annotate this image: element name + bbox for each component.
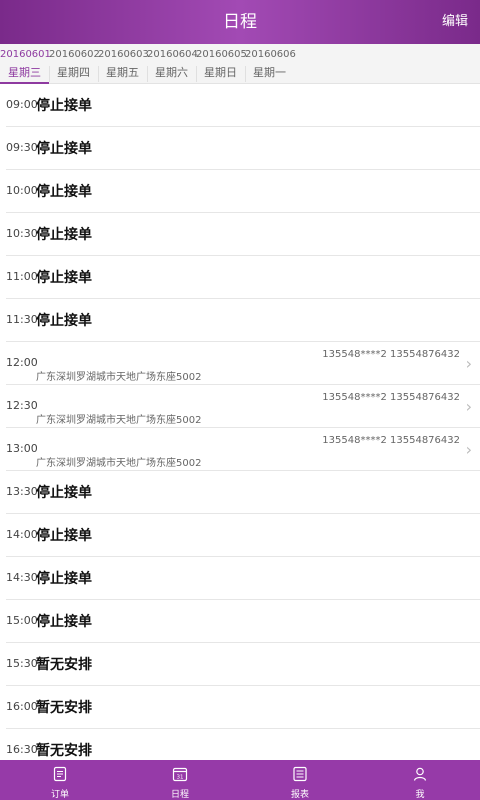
schedule-list[interactable]: 09:00 停止接单 09:30 停止接单 10:00 停止接单 10:30 停… bbox=[0, 84, 480, 760]
nav-label: 日程 bbox=[170, 790, 189, 800]
tab-date: 20160603 bbox=[98, 49, 149, 60]
row-time: 11:30 bbox=[6, 313, 38, 326]
row-time: 14:30 bbox=[6, 571, 38, 584]
tab-20160606[interactable]: 20160606 星期一 bbox=[245, 44, 296, 84]
row-time: 10:00 bbox=[6, 184, 38, 197]
chevron-right-icon[interactable]: › bbox=[466, 397, 472, 416]
row-time: 15:30 bbox=[6, 657, 38, 670]
schedule-row[interactable]: 16:30 暂无安排 bbox=[6, 729, 480, 760]
tab-weekday: 星期五 bbox=[106, 66, 139, 79]
booking-row[interactable]: 13:00 135548****2 13554876432 广东深圳罗湖城市天地… bbox=[6, 428, 480, 471]
date-tabs: 20160601 星期三 20160602 星期四 20160603 星期五 2… bbox=[0, 44, 480, 84]
tab-date: 20160602 bbox=[49, 49, 100, 60]
tab-20160602[interactable]: 20160602 星期四 bbox=[49, 44, 100, 84]
row-time: 16:00 bbox=[6, 700, 38, 713]
row-time: 12:00 bbox=[6, 356, 38, 369]
nav-order[interactable]: 订单 bbox=[30, 760, 90, 800]
schedule-row[interactable]: 11:30 停止接单 bbox=[6, 299, 480, 342]
bottom-nav: 订单 31 日程 报表 我 bbox=[0, 760, 480, 800]
row-address: 广东深圳罗湖城市天地广场东座5002 bbox=[36, 372, 202, 383]
row-phone: 135548****2 13554876432 bbox=[322, 349, 460, 360]
tab-weekday: 星期六 bbox=[155, 66, 188, 79]
user-icon bbox=[413, 767, 427, 781]
row-status: 停止接单 bbox=[36, 614, 92, 630]
tab-date: 20160604 bbox=[147, 49, 198, 60]
tab-date: 20160606 bbox=[245, 49, 296, 60]
schedule-row[interactable]: 09:00 停止接单 bbox=[6, 84, 480, 127]
schedule-row[interactable]: 10:30 停止接单 bbox=[6, 213, 480, 256]
svg-text:31: 31 bbox=[177, 775, 184, 781]
nav-me[interactable]: 我 bbox=[390, 760, 450, 800]
booking-row[interactable]: 12:30 135548****2 13554876432 广东深圳罗湖城市天地… bbox=[6, 385, 480, 428]
row-time: 15:00 bbox=[6, 614, 38, 627]
row-status: 停止接单 bbox=[36, 270, 92, 286]
row-status: 停止接单 bbox=[36, 227, 92, 243]
row-status: 停止接单 bbox=[36, 313, 92, 329]
row-time: 10:30 bbox=[6, 227, 38, 240]
tab-weekday: 星期四 bbox=[57, 66, 90, 79]
chevron-right-icon[interactable]: › bbox=[466, 440, 472, 459]
row-address: 广东深圳罗湖城市天地广场东座5002 bbox=[36, 458, 202, 469]
page-title: 日程 bbox=[223, 12, 257, 32]
row-time: 16:30 bbox=[6, 743, 38, 756]
schedule-row[interactable]: 14:00 停止接单 bbox=[6, 514, 480, 557]
booking-row[interactable]: 12:00 135548****2 13554876432 广东深圳罗湖城市天地… bbox=[6, 342, 480, 385]
row-status: 停止接单 bbox=[36, 184, 92, 200]
nav-label: 订单 bbox=[50, 790, 69, 800]
row-status: 暂无安排 bbox=[36, 743, 92, 759]
row-status: 暂无安排 bbox=[36, 700, 92, 716]
schedule-row[interactable]: 11:00 停止接单 bbox=[6, 256, 480, 299]
row-time: 09:00 bbox=[6, 98, 38, 111]
tab-20160601[interactable]: 20160601 星期三 bbox=[0, 44, 51, 84]
row-status: 停止接单 bbox=[36, 528, 92, 544]
row-time: 14:00 bbox=[6, 528, 38, 541]
report-icon bbox=[293, 766, 307, 782]
row-time: 11:00 bbox=[6, 270, 38, 283]
tab-20160605[interactable]: 20160605 星期日 bbox=[196, 44, 247, 84]
tab-weekday: 星期三 bbox=[8, 66, 41, 79]
row-time: 09:30 bbox=[6, 141, 38, 154]
schedule-row[interactable]: 13:30 停止接单 bbox=[6, 471, 480, 514]
row-phone: 135548****2 13554876432 bbox=[322, 435, 460, 446]
row-status: 停止接单 bbox=[36, 98, 92, 114]
tab-weekday: 星期一 bbox=[253, 66, 286, 79]
tab-20160603[interactable]: 20160603 星期五 bbox=[98, 44, 149, 84]
row-status: 停止接单 bbox=[36, 141, 92, 157]
nav-label: 我 bbox=[415, 790, 425, 800]
row-time: 13:00 bbox=[6, 442, 38, 455]
row-phone: 135548****2 13554876432 bbox=[322, 392, 460, 403]
edit-button[interactable]: 编辑 bbox=[442, 0, 468, 44]
row-status: 暂无安排 bbox=[36, 657, 92, 673]
nav-schedule[interactable]: 31 日程 bbox=[150, 760, 210, 800]
row-address: 广东深圳罗湖城市天地广场东座5002 bbox=[36, 415, 202, 426]
tab-weekday: 星期日 bbox=[204, 66, 237, 79]
row-status: 停止接单 bbox=[36, 571, 92, 587]
schedule-row[interactable]: 16:00 暂无安排 bbox=[6, 686, 480, 729]
tab-date: 20160601 bbox=[0, 49, 51, 60]
row-time: 13:30 bbox=[6, 485, 38, 498]
nav-report[interactable]: 报表 bbox=[270, 760, 330, 800]
nav-label: 报表 bbox=[290, 790, 309, 800]
calendar-icon: 31 bbox=[172, 767, 188, 782]
row-time: 12:30 bbox=[6, 399, 38, 412]
schedule-row[interactable]: 15:30 暂无安排 bbox=[6, 643, 480, 686]
order-icon bbox=[53, 766, 67, 782]
schedule-row[interactable]: 15:00 停止接单 bbox=[6, 600, 480, 643]
row-status: 停止接单 bbox=[36, 485, 92, 501]
schedule-row[interactable]: 10:00 停止接单 bbox=[6, 170, 480, 213]
schedule-row[interactable]: 09:30 停止接单 bbox=[6, 127, 480, 170]
top-bar: 日程 编辑 bbox=[0, 0, 480, 44]
tab-20160604[interactable]: 20160604 星期六 bbox=[147, 44, 198, 84]
chevron-right-icon[interactable]: › bbox=[466, 354, 472, 373]
schedule-row[interactable]: 14:30 停止接单 bbox=[6, 557, 480, 600]
tab-date: 20160605 bbox=[196, 49, 247, 60]
